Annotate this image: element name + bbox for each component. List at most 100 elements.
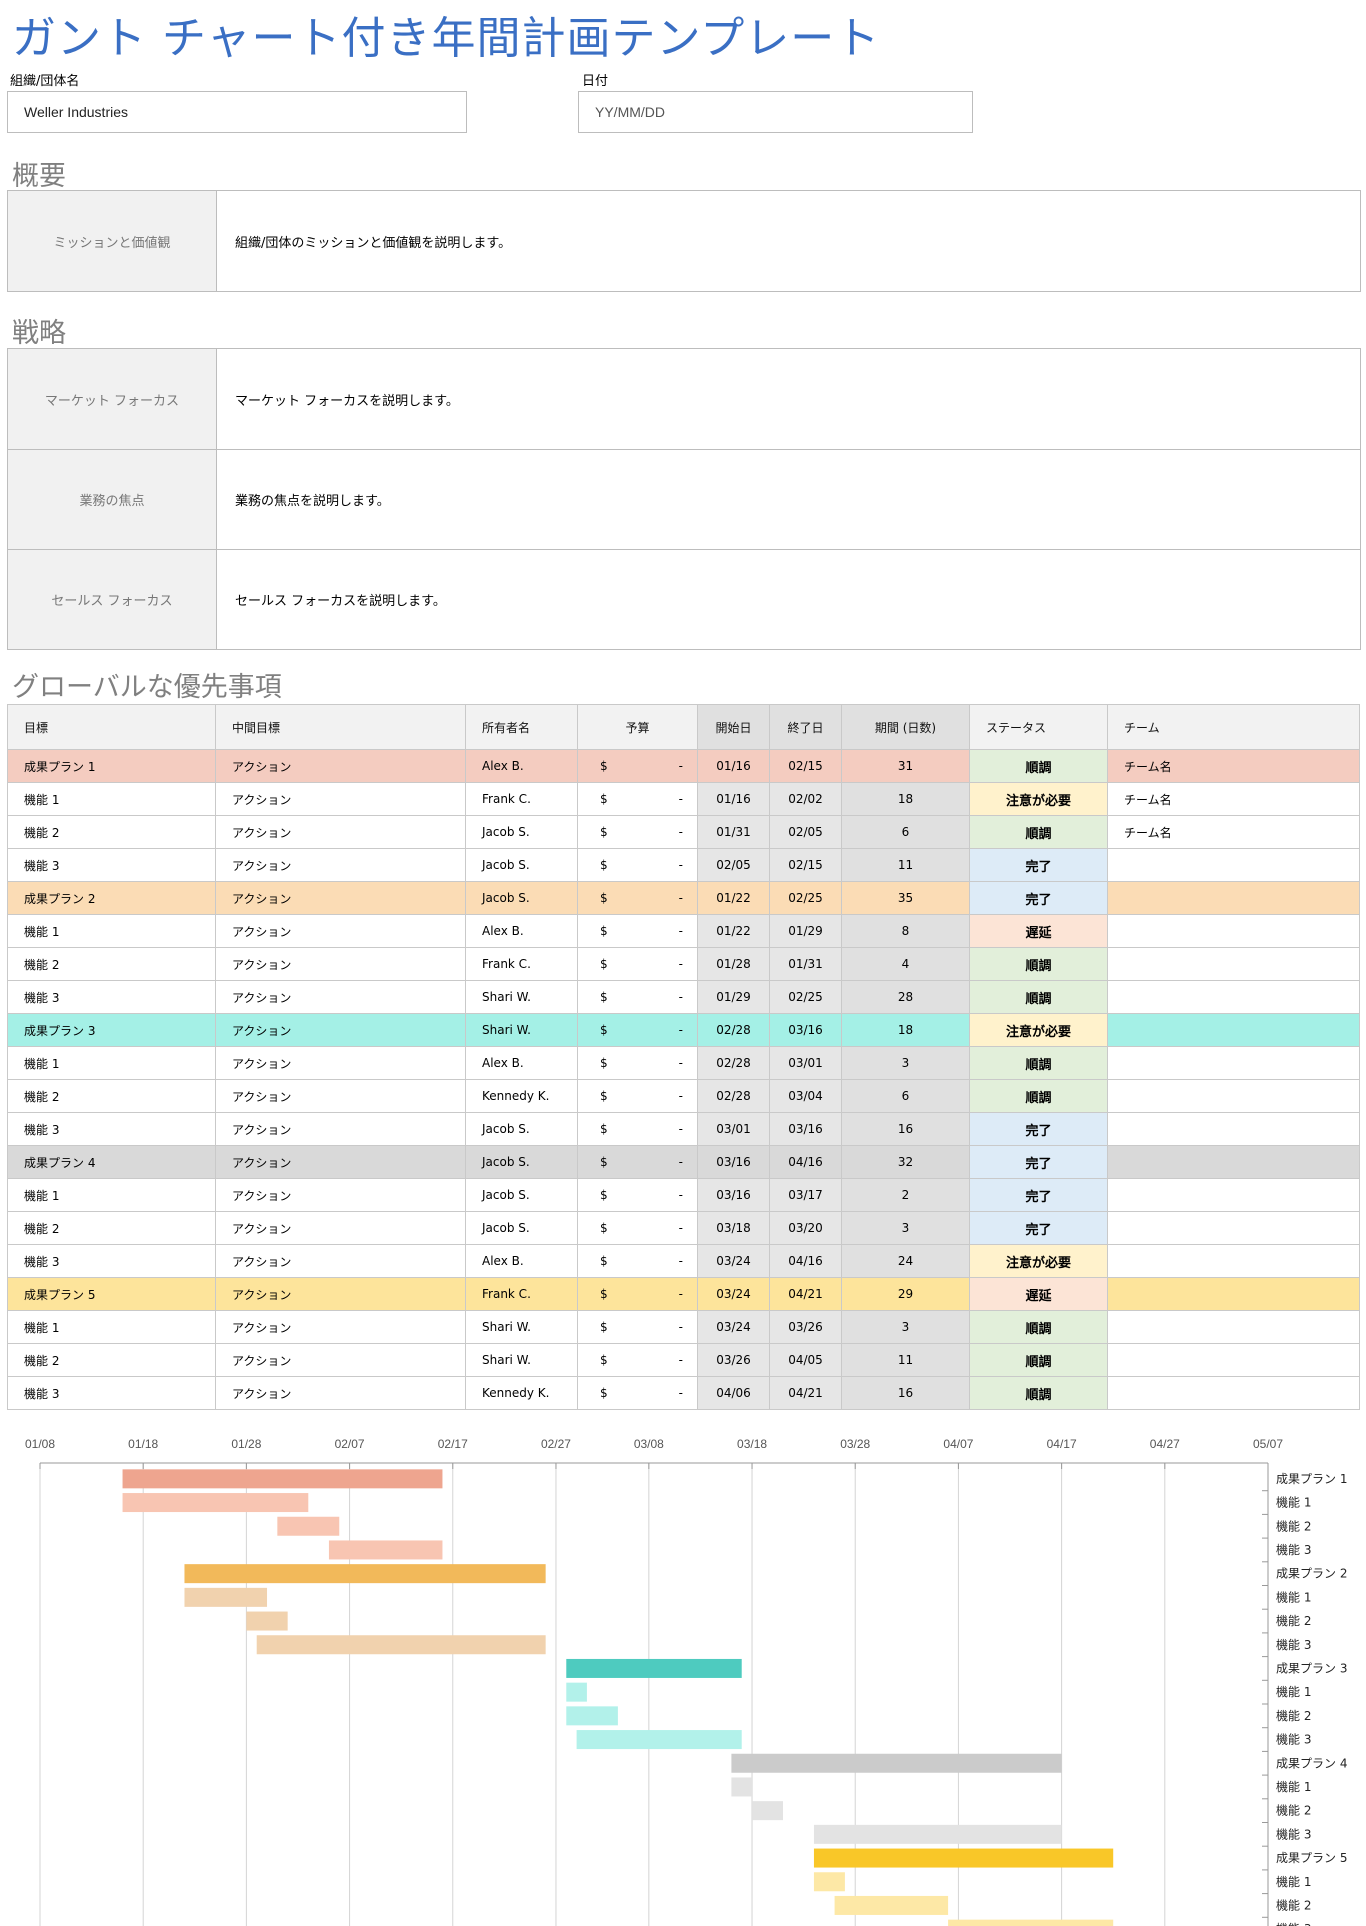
budget-cell[interactable]: $ - — [577, 782, 698, 816]
milestone-cell[interactable]: アクション — [215, 980, 466, 1014]
status-cell[interactable]: 完了 — [969, 1178, 1108, 1212]
owner-cell[interactable]: Jacob S. — [465, 1211, 578, 1245]
duration-cell[interactable]: 8 — [841, 914, 970, 948]
budget-cell[interactable]: $ - — [577, 1013, 698, 1047]
team-cell[interactable] — [1107, 1112, 1360, 1146]
milestone-cell[interactable]: アクション — [215, 1376, 466, 1410]
duration-cell[interactable]: 35 — [841, 881, 970, 915]
status-cell[interactable]: 完了 — [969, 1211, 1108, 1245]
duration-cell[interactable]: 18 — [841, 1013, 970, 1047]
milestone-cell[interactable]: アクション — [215, 947, 466, 981]
budget-cell[interactable]: $ - — [577, 1112, 698, 1146]
start-date-cell[interactable]: 03/24 — [697, 1277, 770, 1311]
owner-cell[interactable]: Alex B. — [465, 749, 578, 783]
start-date-cell[interactable]: 02/28 — [697, 1079, 770, 1113]
milestone-cell[interactable]: アクション — [215, 914, 466, 948]
end-date-cell[interactable]: 04/16 — [769, 1145, 842, 1179]
milestone-cell[interactable]: アクション — [215, 782, 466, 816]
goal-cell[interactable]: 成果プラン 2 — [7, 881, 216, 915]
end-date-cell[interactable]: 03/01 — [769, 1046, 842, 1080]
duration-cell[interactable]: 31 — [841, 749, 970, 783]
owner-cell[interactable]: Frank C. — [465, 782, 578, 816]
strategy-value[interactable]: セールス フォーカスを説明します。 — [217, 550, 1360, 649]
owner-cell[interactable]: Shari W. — [465, 980, 578, 1014]
end-date-cell[interactable]: 02/25 — [769, 881, 842, 915]
end-date-cell[interactable]: 03/26 — [769, 1310, 842, 1344]
owner-cell[interactable]: Jacob S. — [465, 1112, 578, 1146]
status-cell[interactable]: 順調 — [969, 749, 1108, 783]
goal-cell[interactable]: 機能 3 — [7, 848, 216, 882]
col-header-budget[interactable]: 予算 — [577, 704, 698, 750]
status-cell[interactable]: 完了 — [969, 1112, 1108, 1146]
status-cell[interactable]: 注意が必要 — [969, 1244, 1108, 1278]
status-cell[interactable]: 遅延 — [969, 914, 1108, 948]
col-header-start[interactable]: 開始日 — [697, 704, 770, 750]
milestone-cell[interactable]: アクション — [215, 881, 466, 915]
col-header-milestone[interactable]: 中間目標 — [215, 704, 466, 750]
col-header-duration[interactable]: 期間 (日数) — [841, 704, 970, 750]
col-header-team[interactable]: チーム — [1107, 704, 1360, 750]
milestone-cell[interactable]: アクション — [215, 749, 466, 783]
duration-cell[interactable]: 29 — [841, 1277, 970, 1311]
duration-cell[interactable]: 6 — [841, 1079, 970, 1113]
team-cell[interactable] — [1107, 881, 1360, 915]
goal-cell[interactable]: 機能 1 — [7, 1310, 216, 1344]
team-cell[interactable] — [1107, 1079, 1360, 1113]
team-cell[interactable] — [1107, 1310, 1360, 1344]
budget-cell[interactable]: $ - — [577, 914, 698, 948]
goal-cell[interactable]: 機能 3 — [7, 1112, 216, 1146]
duration-cell[interactable]: 16 — [841, 1112, 970, 1146]
team-cell[interactable] — [1107, 1013, 1360, 1047]
goal-cell[interactable]: 機能 2 — [7, 1211, 216, 1245]
budget-cell[interactable]: $ - — [577, 1244, 698, 1278]
team-cell[interactable] — [1107, 1244, 1360, 1278]
goal-cell[interactable]: 成果プラン 4 — [7, 1145, 216, 1179]
duration-cell[interactable]: 28 — [841, 980, 970, 1014]
goal-cell[interactable]: 成果プラン 5 — [7, 1277, 216, 1311]
team-cell[interactable]: チーム名 — [1107, 782, 1360, 816]
status-cell[interactable]: 順調 — [969, 815, 1108, 849]
budget-cell[interactable]: $ - — [577, 848, 698, 882]
end-date-cell[interactable]: 02/15 — [769, 749, 842, 783]
owner-cell[interactable]: Jacob S. — [465, 881, 578, 915]
milestone-cell[interactable]: アクション — [215, 1310, 466, 1344]
owner-cell[interactable]: Jacob S. — [465, 848, 578, 882]
duration-cell[interactable]: 6 — [841, 815, 970, 849]
duration-cell[interactable]: 16 — [841, 1376, 970, 1410]
start-date-cell[interactable]: 01/31 — [697, 815, 770, 849]
owner-cell[interactable]: Alex B. — [465, 914, 578, 948]
owner-cell[interactable]: Frank C. — [465, 1277, 578, 1311]
budget-cell[interactable]: $ - — [577, 881, 698, 915]
budget-cell[interactable]: $ - — [577, 1145, 698, 1179]
end-date-cell[interactable]: 02/25 — [769, 980, 842, 1014]
status-cell[interactable]: 完了 — [969, 881, 1108, 915]
col-header-status[interactable]: ステータス — [969, 704, 1108, 750]
end-date-cell[interactable]: 03/16 — [769, 1112, 842, 1146]
goal-cell[interactable]: 機能 2 — [7, 1343, 216, 1377]
start-date-cell[interactable]: 01/22 — [697, 914, 770, 948]
status-cell[interactable]: 遅延 — [969, 1277, 1108, 1311]
team-cell[interactable] — [1107, 1145, 1360, 1179]
milestone-cell[interactable]: アクション — [215, 1244, 466, 1278]
start-date-cell[interactable]: 03/18 — [697, 1211, 770, 1245]
date-field[interactable]: YY/MM/DD — [578, 91, 973, 133]
start-date-cell[interactable]: 02/28 — [697, 1046, 770, 1080]
end-date-cell[interactable]: 02/05 — [769, 815, 842, 849]
goal-cell[interactable]: 機能 2 — [7, 947, 216, 981]
owner-cell[interactable]: Shari W. — [465, 1343, 578, 1377]
milestone-cell[interactable]: アクション — [215, 1343, 466, 1377]
team-cell[interactable] — [1107, 947, 1360, 981]
goal-cell[interactable]: 成果プラン 3 — [7, 1013, 216, 1047]
milestone-cell[interactable]: アクション — [215, 1013, 466, 1047]
budget-cell[interactable]: $ - — [577, 1343, 698, 1377]
team-cell[interactable] — [1107, 848, 1360, 882]
end-date-cell[interactable]: 01/29 — [769, 914, 842, 948]
end-date-cell[interactable]: 03/17 — [769, 1178, 842, 1212]
team-cell[interactable] — [1107, 980, 1360, 1014]
milestone-cell[interactable]: アクション — [215, 1112, 466, 1146]
end-date-cell[interactable]: 02/02 — [769, 782, 842, 816]
duration-cell[interactable]: 11 — [841, 1343, 970, 1377]
end-date-cell[interactable]: 03/20 — [769, 1211, 842, 1245]
budget-cell[interactable]: $ - — [577, 1079, 698, 1113]
goal-cell[interactable]: 機能 3 — [7, 1376, 216, 1410]
